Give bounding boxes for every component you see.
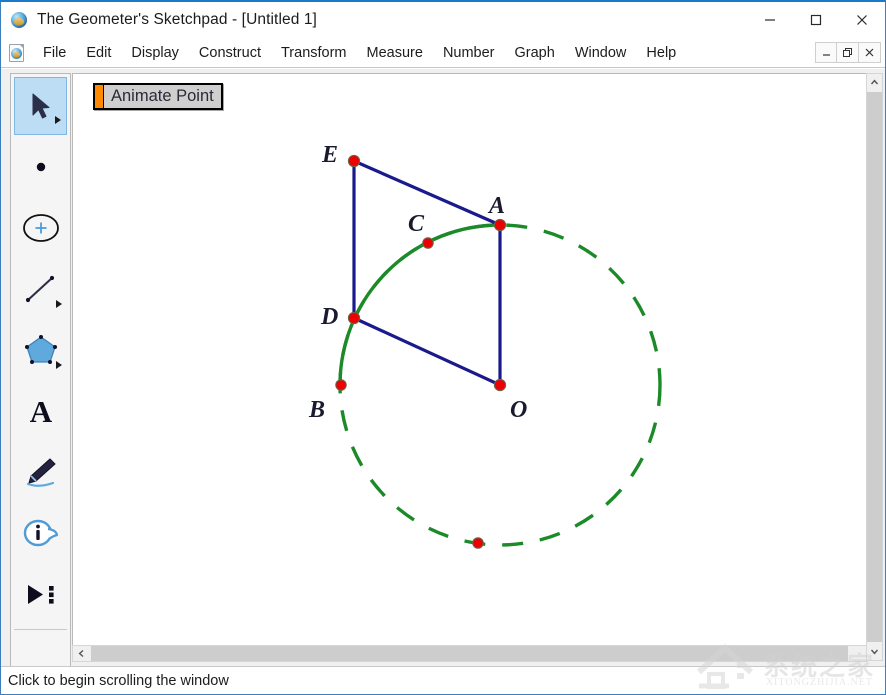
custom-tools-menu[interactable] (14, 565, 67, 623)
segment-do[interactable] (352, 316, 502, 387)
horizontal-scrollbar[interactable] (72, 645, 867, 662)
label-point-b: B (308, 397, 325, 423)
information-balloon-tool[interactable] (14, 504, 67, 562)
menu-transform[interactable]: Transform (271, 42, 357, 64)
workspace: A E A C D B O Animate Point (1, 69, 885, 681)
chevron-left-icon[interactable] (73, 646, 90, 661)
point-c[interactable] (422, 237, 434, 249)
label-point-o: O (510, 397, 527, 423)
menu-help[interactable]: Help (636, 42, 686, 64)
animate-point-label: Animate Point (111, 86, 214, 105)
menu-file[interactable]: File (33, 42, 76, 64)
marker-pen-tool[interactable] (14, 443, 67, 501)
document-icon (9, 43, 26, 62)
menu-bar: File Edit Display Construct Transform Me… (1, 38, 885, 68)
menu-window[interactable]: Window (565, 42, 637, 64)
minimize-icon[interactable] (747, 2, 793, 38)
label-point-c: C (408, 211, 425, 237)
chevron-down-icon[interactable] (867, 643, 882, 660)
label-point-a: A (487, 193, 505, 219)
label-point-d: D (320, 304, 338, 330)
menu-number[interactable]: Number (433, 42, 505, 64)
menu-construct[interactable]: Construct (189, 42, 271, 64)
close-icon[interactable] (839, 2, 885, 38)
flyout-arrow-icon[interactable] (56, 300, 62, 308)
arc-bda[interactable] (338, 223, 502, 387)
text-tool[interactable]: A (14, 382, 67, 440)
horizontal-scroll-thumb[interactable] (91, 646, 848, 661)
sketchpad-orb-icon (10, 11, 28, 29)
arrow-select-tool[interactable] (14, 77, 67, 135)
menu-display[interactable]: Display (121, 42, 189, 64)
sketch-canvas[interactable]: E A C D B O Animate Point (72, 73, 867, 661)
label-point-e: E (321, 142, 338, 168)
menu-edit[interactable]: Edit (76, 42, 121, 64)
flyout-arrow-icon[interactable] (56, 361, 62, 369)
title-bar: The Geometer's Sketchpad - [Untitled 1] (1, 2, 885, 38)
point-b[interactable] (335, 379, 347, 391)
mdi-restore-icon[interactable] (837, 42, 859, 63)
mdi-window-controls (815, 42, 881, 63)
menu-measure[interactable]: Measure (357, 42, 433, 64)
flyout-arrow-icon[interactable] (55, 116, 61, 124)
vertical-scrollbar[interactable] (866, 73, 883, 661)
tool-palette-divider (14, 629, 67, 630)
geometry-figure: E A C D B O (308, 142, 662, 549)
straightedge-tool[interactable] (14, 260, 67, 318)
maximize-icon[interactable] (793, 2, 839, 38)
point-e[interactable] (347, 154, 361, 168)
mdi-minimize-icon[interactable] (815, 42, 837, 63)
compass-circle-tool[interactable] (14, 199, 67, 257)
segment-ea[interactable] (352, 159, 502, 227)
point-bottom[interactable] (472, 537, 484, 549)
application-window: The Geometer's Sketchpad - [Untitled 1] … (0, 0, 886, 695)
tool-palette: A (10, 73, 71, 681)
menu-graph[interactable]: Graph (505, 42, 565, 64)
animate-accent-bar (95, 85, 104, 108)
mdi-close-icon[interactable] (859, 42, 881, 63)
vertical-scroll-thumb[interactable] (867, 92, 882, 642)
status-bar: Click to begin scrolling the window (1, 666, 885, 694)
svg-text:A: A (29, 394, 52, 428)
point-d[interactable] (347, 311, 361, 325)
window-title: The Geometer's Sketchpad - [Untitled 1] (37, 11, 317, 28)
polygon-tool[interactable] (14, 321, 67, 379)
point-tool[interactable] (14, 138, 67, 196)
status-message: Click to begin scrolling the window (8, 672, 229, 689)
window-controls (747, 2, 885, 38)
animate-point-button[interactable]: Animate Point (93, 83, 223, 110)
point-o[interactable] (493, 378, 507, 392)
point-a[interactable] (493, 218, 507, 232)
chevron-up-icon[interactable] (867, 74, 882, 91)
